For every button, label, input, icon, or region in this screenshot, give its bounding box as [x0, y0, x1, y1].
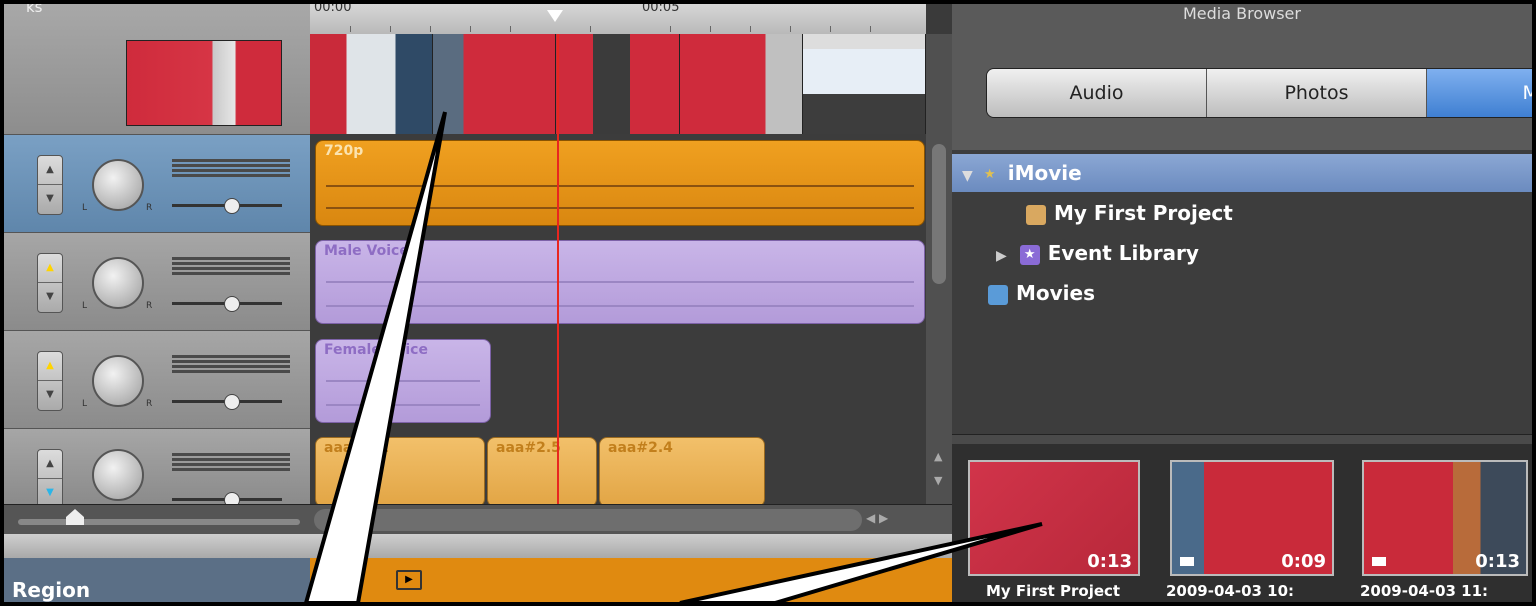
media-item-clip-2[interactable]: 0:13 — [1362, 460, 1528, 576]
tab-movies[interactable]: Mo — [1427, 69, 1532, 117]
media-browser: Media Browser Audio Photos Mo ▼ ★iMovie … — [952, 4, 1532, 602]
editor-divider[interactable] — [4, 534, 952, 558]
clip-label: aaa#2.1 — [324, 440, 389, 456]
play-icon[interactable]: ▶ — [396, 570, 422, 590]
clip-label: 720p — [324, 143, 364, 159]
volume-slider[interactable] — [172, 198, 282, 214]
disclosure-right-icon[interactable]: ▶ — [996, 248, 1007, 264]
track-arrows[interactable]: ▲ ▼ — [37, 253, 63, 313]
event-star-icon: ★ — [1019, 244, 1040, 265]
volume-slider[interactable] — [172, 296, 282, 312]
clip-label: aaa#2.5 — [496, 440, 561, 456]
pan-knob[interactable] — [92, 257, 144, 309]
scroll-down-icon[interactable]: ▼ — [934, 474, 942, 487]
track-header-2[interactable]: ▲ ▼ LR — [4, 233, 310, 331]
track-arrows[interactable]: ▲ ▼ — [37, 155, 63, 215]
timeline-bottom-bar: ◀ ▶ — [4, 504, 952, 535]
track-header-3[interactable]: ▲ ▼ LR — [4, 331, 310, 429]
playhead-line[interactable] — [557, 34, 559, 504]
app-frame: ks ▲▼ LR ▲▼ LR ▲▼ LR ▲▼ 00:00 00:05 — [0, 0, 1536, 606]
level-meter — [172, 257, 290, 260]
level-meter — [172, 159, 290, 162]
clip-label: Male Voice — [324, 243, 409, 259]
audio-clip-aaa-2-4[interactable]: aaa#2.4 — [599, 437, 765, 507]
project-icon — [1026, 204, 1046, 225]
disclosure-down-icon[interactable]: ▼ — [962, 168, 973, 184]
media-item-clip-1[interactable]: 0:09 — [1170, 460, 1334, 576]
camera-icon — [1372, 557, 1386, 566]
pan-knob[interactable] — [92, 355, 144, 407]
tracks-title: ks — [26, 0, 43, 16]
zoom-slider[interactable] — [18, 519, 300, 525]
video-track-header: ks — [4, 4, 310, 135]
level-meter — [172, 355, 290, 358]
video-filmstrip[interactable] — [310, 34, 927, 134]
voice-clip-female[interactable]: Female Voice — [315, 339, 491, 423]
media-source-tree: ▼ ★ iMovie My First Project ▶ ★ Event Libr… — [952, 150, 1532, 434]
clip-label: Female Voice — [324, 342, 428, 358]
media-caption: 2009-04-03 11: — [1360, 582, 1489, 600]
track-header-1[interactable]: ▲ ▼ LR — [4, 135, 310, 233]
media-tabs: Audio Photos Mo — [986, 68, 1532, 118]
ruler-start-label: 00:00 — [314, 0, 352, 15]
star-icon: ★ — [983, 166, 996, 182]
scroll-thumb[interactable] — [932, 144, 946, 284]
scroll-up-icon[interactable]: ▲ — [934, 450, 942, 463]
volume-slider[interactable] — [172, 492, 282, 508]
movies-icon — [988, 284, 1008, 305]
tab-audio[interactable]: Audio — [987, 69, 1207, 117]
zoom-slider-knob[interactable] — [66, 509, 84, 525]
voice-clip-male[interactable]: Male Voice — [315, 240, 925, 324]
media-item-my-first-project[interactable]: 0:13 — [968, 460, 1140, 576]
pan-knob[interactable] — [92, 449, 144, 501]
tree-item-movies[interactable]: Movies — [988, 274, 1095, 312]
audio-clip-aaa-2-1[interactable]: aaa#2.1 — [315, 437, 485, 507]
tab-photos[interactable]: Photos — [1207, 69, 1427, 117]
media-grid: 0:13 My First Project 0:09 2009-04-03 10… — [952, 444, 1532, 602]
tree-item-my-first-project[interactable]: My First Project — [1026, 194, 1233, 232]
media-browser-title: Media Browser — [1183, 4, 1301, 23]
tree-item-imovie[interactable]: ▼ ★ iMovie — [952, 154, 1532, 192]
region-track[interactable]: ▶ — [310, 558, 952, 602]
track-arrows[interactable]: ▲ ▼ — [37, 351, 63, 411]
region-label: Region — [12, 578, 91, 602]
audio-clip-720p[interactable]: 720p — [315, 140, 925, 226]
scroll-left-right-icon[interactable]: ◀ ▶ — [866, 511, 888, 525]
video-thumbnail[interactable] — [126, 40, 282, 126]
tree-item-event-library[interactable]: ▶ ★ Event Library — [996, 234, 1199, 272]
media-caption: My First Project — [986, 582, 1121, 600]
track-header-4[interactable]: ▲ ▼ — [4, 429, 310, 509]
track-arrows[interactable]: ▲ ▼ — [37, 449, 63, 509]
horizontal-scrollbar[interactable] — [314, 509, 862, 531]
playhead-handle[interactable] — [547, 10, 563, 22]
media-caption: 2009-04-03 10: — [1166, 582, 1295, 600]
clip-label: aaa#2.4 — [608, 440, 673, 456]
region-panel-header: Region — [4, 558, 310, 602]
timeline-vertical-scrollbar[interactable]: ▲ ▼ — [926, 34, 952, 504]
camera-icon — [1180, 557, 1194, 566]
volume-slider[interactable] — [172, 394, 282, 410]
ruler-mid-label: 00:05 — [642, 0, 680, 15]
pan-knob[interactable] — [92, 159, 144, 211]
timeline-ruler[interactable]: 00:00 00:05 — [310, 4, 926, 35]
audio-clip-aaa-2-5[interactable]: aaa#2.5 — [487, 437, 597, 507]
level-meter — [172, 453, 290, 456]
